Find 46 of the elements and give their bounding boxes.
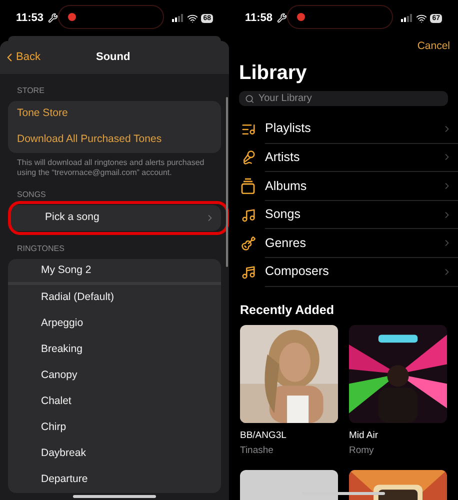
back-button[interactable]: Back bbox=[3, 49, 40, 66]
store-link[interactable]: Tone Store bbox=[8, 101, 221, 127]
section-header: STORE bbox=[16, 85, 46, 97]
pick-song-row[interactable]: Pick a song bbox=[12, 205, 225, 231]
music-note-icon bbox=[241, 208, 256, 223]
microphone-icon bbox=[241, 150, 256, 166]
status-time: 11:53 bbox=[16, 10, 44, 26]
screen-title: Sound bbox=[96, 50, 130, 66]
album-artist: Tinashe bbox=[240, 444, 274, 458]
album-title: BB/ANG3L bbox=[240, 429, 288, 444]
ringtone-row[interactable]: Daybreak bbox=[8, 441, 221, 467]
recently-added-heading: Recently Added bbox=[239, 302, 336, 319]
ringtone-row[interactable]: Arpeggio bbox=[8, 311, 221, 337]
ringtone-row[interactable]: Chalet bbox=[8, 389, 221, 415]
wifi-icon bbox=[187, 12, 198, 24]
album-title: Mid Air bbox=[349, 429, 380, 444]
library-category-row[interactable]: Playlists bbox=[229, 115, 458, 144]
library-category-row[interactable]: Albums bbox=[229, 172, 458, 201]
ringtone-row[interactable]: Canopy bbox=[8, 363, 221, 389]
library-title: Library bbox=[238, 61, 308, 86]
ringtone-row[interactable]: My Song 2 bbox=[8, 259, 221, 285]
library-category-row[interactable]: Artists bbox=[229, 144, 458, 172]
guitar-icon bbox=[241, 236, 256, 252]
status-time: 11:58 bbox=[245, 10, 273, 26]
album-stack-icon bbox=[241, 178, 255, 194]
tools-icon bbox=[276, 13, 287, 23]
tools-icon bbox=[48, 13, 58, 23]
ringtone-row[interactable]: Breaking bbox=[8, 337, 221, 363]
section-footer: This will download all ringtones and alerts purchased using the “trevornace@gmail.com” account. bbox=[8, 153, 221, 177]
ringtone-row[interactable]: Chirp bbox=[8, 415, 221, 441]
wifi-icon bbox=[416, 12, 428, 24]
section-header: SONGS bbox=[16, 189, 47, 201]
ringtone-row[interactable]: Radial (Default) bbox=[8, 285, 221, 311]
library-category-row[interactable]: Genres bbox=[229, 229, 458, 258]
signal-icon bbox=[172, 14, 184, 22]
library-category-row[interactable]: Composers bbox=[229, 258, 458, 287]
signal-icon bbox=[401, 14, 414, 22]
cancel-button[interactable]: Cancel bbox=[417, 39, 450, 55]
playlist-icon bbox=[241, 122, 256, 137]
section-header: RINGTONES bbox=[16, 243, 66, 255]
library-category-row[interactable]: Songs bbox=[229, 200, 458, 230]
store-link[interactable]: Download All Purchased Tones bbox=[8, 127, 221, 153]
music-notes-icon bbox=[241, 264, 256, 280]
ringtone-row[interactable]: Departure bbox=[8, 467, 221, 493]
search-icon bbox=[245, 94, 254, 104]
album-artist: Romy bbox=[349, 444, 375, 458]
